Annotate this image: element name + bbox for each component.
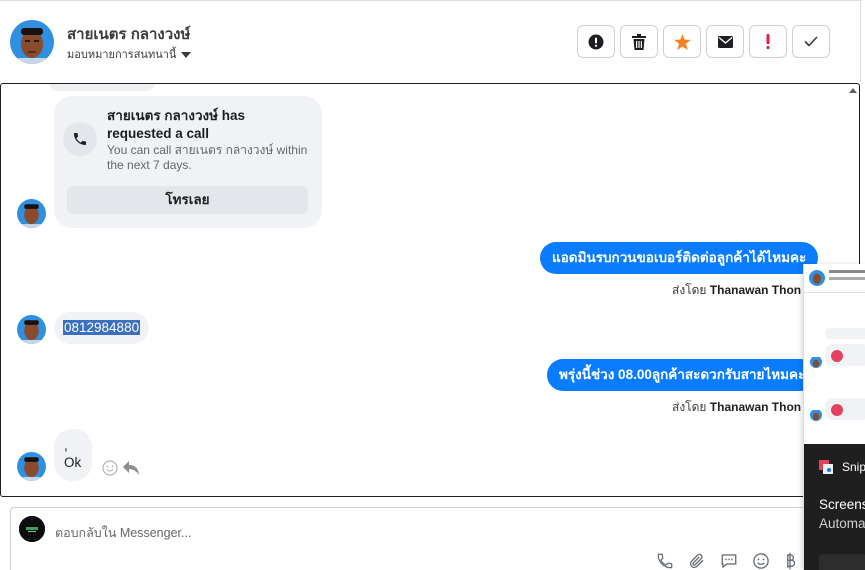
- message-line: ,: [64, 438, 68, 453]
- call-now-button[interactable]: โทรเลย: [67, 186, 308, 214]
- composer-toolbar: [656, 552, 796, 570]
- sent-by-prefix: ส่งโดย: [672, 283, 707, 297]
- star-button[interactable]: [663, 25, 701, 58]
- incoming-message[interactable]: , Ok: [54, 429, 92, 481]
- call-request-description: You can call สายเนตร กลางวงษ์ within the…: [107, 143, 308, 172]
- missed-call-icon: [831, 404, 843, 416]
- header-actions: [577, 25, 830, 58]
- reply-composer[interactable]: ตอบกลับใน Messenger...: [10, 507, 810, 570]
- screenshot-thumbnail[interactable]: [804, 264, 865, 444]
- trash-icon: [632, 33, 646, 50]
- snip-notification-overlay[interactable]: Snip Screens Automa: [803, 264, 865, 570]
- missed-call-icon: [831, 350, 843, 362]
- snip-toast-line: Screens: [819, 497, 865, 512]
- check-icon: [804, 36, 818, 47]
- divider: [0, 0, 862, 1]
- delete-button[interactable]: [620, 25, 658, 58]
- thumbnail-avatar-icon: [810, 356, 822, 368]
- previous-message-bubble: [49, 84, 155, 91]
- snip-app-title: Snip: [842, 460, 865, 474]
- sent-by-label: ส่งโดย Thanawan Thon: [672, 398, 801, 417]
- scroll-up-arrow-icon[interactable]: [849, 88, 857, 93]
- message-line: Ok: [64, 455, 82, 470]
- message-thread[interactable]: สายเนตร กลางวงษ์ has requested a call Yo…: [0, 83, 860, 497]
- phone-icon[interactable]: [656, 552, 674, 570]
- phone-icon: [63, 122, 97, 156]
- divider: [860, 0, 861, 82]
- outgoing-message[interactable]: พรุ่งนี้ช่วง 08.00ลูกค้าสะดวกรับสายไหมคะ: [547, 359, 818, 391]
- conversation-header: สายเนตร กลางวงษ์ มอบหมายการสนทนานี้: [0, 0, 865, 82]
- reply-input[interactable]: ตอบกลับใน Messenger...: [55, 523, 191, 543]
- sent-by-prefix: ส่งโดย: [672, 400, 707, 414]
- thumbnail-divider: [804, 292, 865, 293]
- contact-avatar-small[interactable]: [17, 199, 46, 228]
- reply-icon[interactable]: [123, 461, 139, 475]
- caret-down-icon: [181, 51, 192, 58]
- mark-spam-button[interactable]: [577, 25, 615, 58]
- contact-avatar[interactable]: [10, 20, 54, 64]
- assign-label: มอบหมายการสนทนานี้: [67, 49, 177, 61]
- sent-by-name: Thanawan Thon: [709, 400, 802, 414]
- assign-conversation-dropdown[interactable]: มอบหมายการสนทนานี้: [67, 45, 192, 63]
- call-request-card: สายเนตร กลางวงษ์ has requested a call Yo…: [54, 96, 322, 228]
- thumbnail-line: [829, 270, 865, 273]
- snip-toast-button[interactable]: [819, 554, 865, 570]
- emoji-icon[interactable]: [752, 552, 770, 570]
- mark-done-button[interactable]: [792, 25, 830, 58]
- phone-number-text[interactable]: 0812984880: [63, 320, 141, 335]
- call-request-title: สายเนตร กลางวงษ์ has requested a call: [107, 108, 246, 141]
- snip-app-icon: [819, 460, 833, 474]
- envelope-icon: [717, 35, 733, 48]
- message-actions: [102, 460, 139, 476]
- thumbnail-line: [829, 277, 865, 280]
- thumbnail-avatar-icon: [809, 270, 825, 286]
- thumbnail-avatar-icon: [810, 409, 822, 421]
- incoming-message[interactable]: 0812984880: [54, 312, 150, 344]
- sent-by-label: ส่งโดย Thanawan Thon: [672, 281, 801, 300]
- exclamation-icon: [766, 34, 770, 49]
- emoji-reaction-icon[interactable]: [102, 460, 118, 476]
- outgoing-message[interactable]: แอดมินรบกวนขอเบอร์ติดต่อลูกค้าได้ไหมคะ: [540, 242, 819, 274]
- mark-unread-button[interactable]: [706, 25, 744, 58]
- page-avatar: [19, 516, 45, 542]
- currency-icon[interactable]: [784, 552, 796, 570]
- saved-reply-icon[interactable]: [720, 552, 738, 570]
- snip-toast-line: Automa: [819, 516, 865, 531]
- contact-name: สายเนตร กลางวงษ์: [67, 26, 191, 43]
- alert-circle-icon: [588, 34, 604, 49]
- sent-by-name: Thanawan Thon: [709, 283, 802, 297]
- contact-avatar-small[interactable]: [17, 452, 46, 481]
- paperclip-icon[interactable]: [688, 552, 706, 570]
- thumbnail-bubble: [825, 328, 865, 339]
- contact-avatar-small[interactable]: [17, 315, 46, 344]
- flag-button[interactable]: [749, 25, 787, 58]
- star-icon: [673, 33, 691, 50]
